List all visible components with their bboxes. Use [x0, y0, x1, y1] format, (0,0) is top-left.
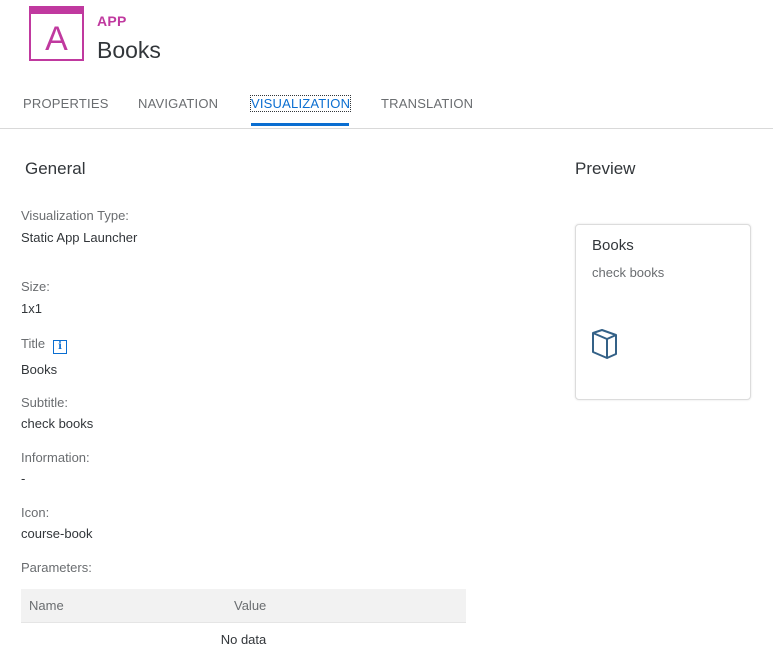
tab-properties[interactable]: PROPERTIES — [23, 96, 109, 111]
parameters-table: Name Value No data — [21, 589, 466, 656]
app-icon-letter: A — [45, 20, 68, 58]
information-label: Information: — [21, 450, 90, 465]
app-type-icon: A — [29, 6, 84, 61]
object-page-header: A APP Books PROPERTIES NAVIGATION VISUAL… — [0, 0, 773, 129]
column-header-name: Name — [29, 598, 64, 613]
title-label: Title — [21, 336, 46, 351]
course-book-icon — [590, 329, 618, 359]
table-header: Name Value — [21, 589, 466, 623]
preview-section-title: Preview — [575, 159, 636, 178]
page-title: Books — [97, 37, 161, 63]
tab-navigation[interactable]: NAVIGATION — [138, 96, 218, 111]
preview-tile[interactable]: Books check books — [575, 224, 751, 400]
tab-visualization[interactable]: VISUALIZATION — [249, 95, 352, 112]
size-label: Size: — [21, 279, 50, 294]
information-value: - — [21, 471, 26, 486]
title-value: Books — [21, 362, 58, 377]
visualization-type-value: Static App Launcher — [21, 230, 138, 245]
no-data-text: No data — [220, 632, 267, 647]
tab-translation[interactable]: TRANSLATION — [381, 96, 473, 111]
icon-value: course-book — [21, 526, 93, 541]
general-section-title: General — [25, 159, 86, 178]
tab-bar: PROPERTIES NAVIGATION VISUALIZATION TRAN… — [0, 90, 773, 128]
tile-subtitle: check books — [592, 265, 665, 280]
active-tab-indicator — [251, 123, 349, 126]
app-type-label: APP — [97, 13, 127, 29]
subtitle-label: Subtitle: — [21, 395, 68, 410]
tile-title: Books — [592, 237, 634, 254]
info-icon[interactable]: i — [53, 340, 68, 354]
size-value: 1x1 — [21, 301, 42, 316]
visualization-type-label: Visualization Type: — [21, 208, 129, 223]
title-label-row: Title i — [21, 336, 68, 354]
subtitle-value: check books — [21, 416, 94, 431]
column-header-value: Value — [234, 598, 267, 613]
icon-label: Icon: — [21, 505, 50, 520]
parameters-label: Parameters: — [21, 560, 92, 575]
